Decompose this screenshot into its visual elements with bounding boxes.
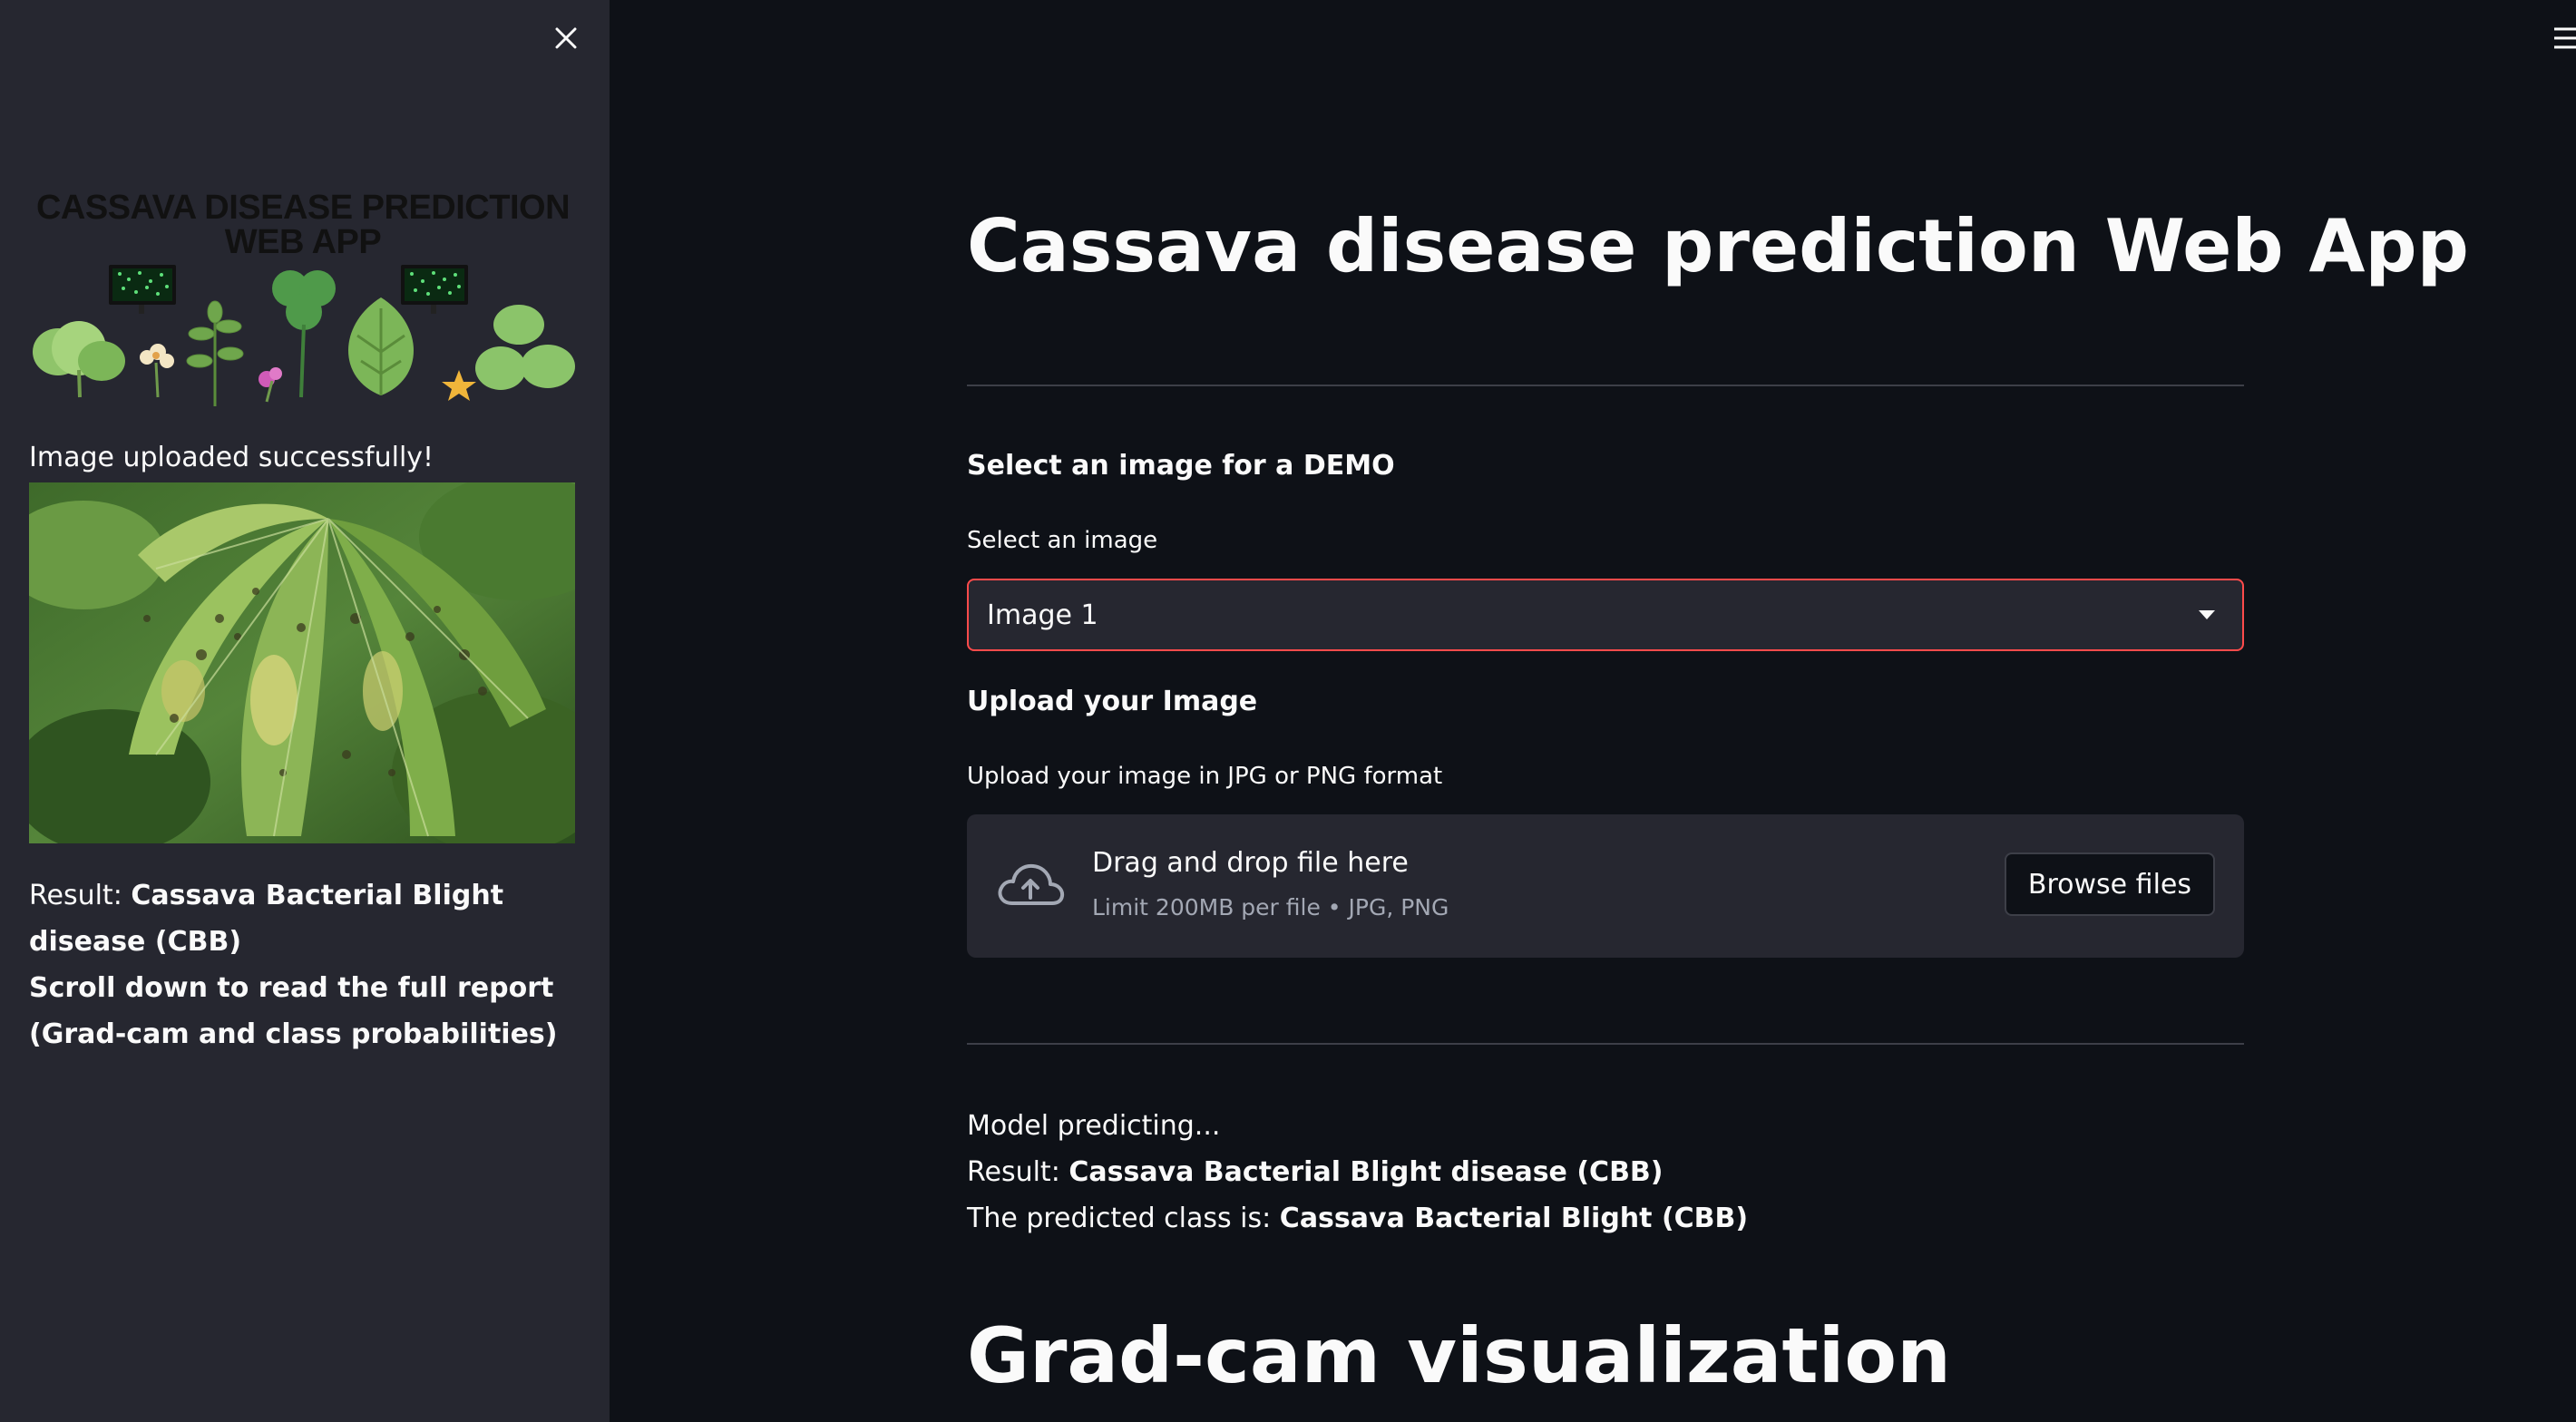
cloud-upload-icon (998, 863, 1065, 905)
predicted-prefix: The predicted class is: (967, 1203, 1280, 1234)
main-content: Cassava disease prediction Web App Selec… (967, 0, 2469, 1422)
logo-title: CASSAVA DISEASE PREDICTION WEB APP (35, 189, 571, 261)
hamburger-menu-icon (2554, 27, 2576, 49)
image-select[interactable]: Image 1 (967, 579, 2244, 651)
sidebar-result-prefix: Result: (29, 880, 132, 911)
divider (967, 1043, 2244, 1045)
monitor-icon-right (401, 265, 468, 314)
upload-section-label: Upload your Image (967, 686, 1258, 717)
clover-icon (272, 270, 336, 398)
result-value: Cassava Bacterial Blight disease (CBB) (1068, 1156, 1664, 1188)
page-title: Cassava disease prediction Web App (967, 204, 2469, 288)
monitor-icon-left (109, 265, 176, 314)
demo-section-label: Select an image for a DEMO (967, 450, 1395, 482)
predicted-value: Cassava Bacterial Blight (CBB) (1279, 1203, 1749, 1234)
leaf-icon (348, 297, 414, 395)
uploaded-image-preview (29, 482, 575, 843)
dropzone-title: Drag and drop file here (1092, 847, 1409, 879)
browse-files-button[interactable]: Browse files (2004, 852, 2215, 916)
image-select-value: Image 1 (987, 599, 1098, 631)
close-sidebar-button[interactable] (548, 20, 584, 56)
result-prefix: Result: (967, 1156, 1069, 1188)
sidebar-result: Result: Cassava Bacterial Blight disease… (29, 872, 577, 1057)
sidebar-scroll-note: Scroll down to read the full report (Gra… (29, 972, 558, 1050)
sprig-icon (186, 300, 244, 406)
select-image-label: Select an image (967, 527, 1158, 554)
result-line: Result: Cassava Bacterial Blight disease… (967, 1149, 2244, 1195)
predicting-text: Model predicting... (967, 1110, 1221, 1142)
upload-success-message: Image uploaded successfully! (29, 442, 434, 473)
sidebar: CASSAVA DISEASE PREDICTION WEB APP Image… (0, 0, 610, 1422)
star-icon (442, 370, 476, 401)
strawberry-leaf-icon (475, 305, 575, 390)
app-logo: CASSAVA DISEASE PREDICTION WEB APP (29, 190, 577, 408)
flower-icon (140, 344, 174, 398)
predicted-class-line: The predicted class is: Cassava Bacteria… (967, 1195, 2244, 1242)
gradcam-heading: Grad-cam visualization (967, 1311, 1951, 1400)
file-dropzone[interactable]: Drag and drop file here Limit 200MB per … (967, 814, 2244, 958)
lettuce-icon (33, 321, 125, 398)
divider (967, 385, 2244, 386)
uploader-label: Upload your image in JPG or PNG format (967, 763, 1443, 790)
prediction-output: Model predicting... Result: Cassava Bact… (967, 1103, 2244, 1242)
plant-illustration (33, 265, 575, 406)
main-menu-button[interactable] (2549, 22, 2576, 54)
close-icon (555, 27, 577, 49)
dropzone-limit: Limit 200MB per file • JPG, PNG (1092, 894, 1449, 920)
pink-flower-icon (259, 367, 282, 403)
chevron-down-icon (2199, 610, 2215, 619)
